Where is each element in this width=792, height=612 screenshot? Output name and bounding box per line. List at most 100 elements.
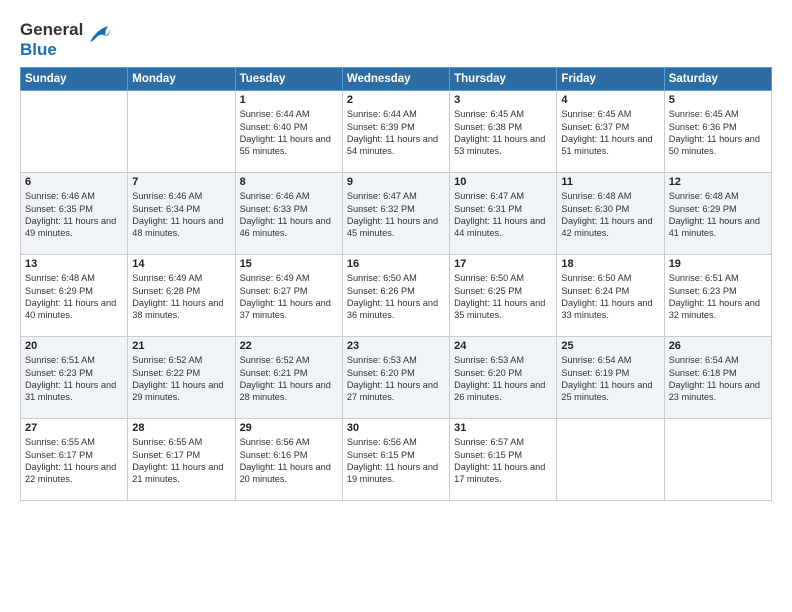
day-number: 3 <box>454 94 552 106</box>
calendar-header-row: SundayMondayTuesdayWednesdayThursdayFrid… <box>21 68 772 91</box>
day-header-saturday: Saturday <box>664 68 771 91</box>
day-number: 18 <box>561 258 659 270</box>
cell-content: Sunrise: 6:55 AM Sunset: 6:17 PM Dayligh… <box>25 436 123 486</box>
calendar-cell: 2 Sunrise: 6:44 AM Sunset: 6:39 PM Daylig… <box>342 91 449 173</box>
header: General Blue <box>20 16 772 59</box>
cell-content: Sunrise: 6:53 AM Sunset: 6:20 PM Dayligh… <box>454 354 552 404</box>
cell-content: Sunrise: 6:50 AM Sunset: 6:25 PM Dayligh… <box>454 272 552 322</box>
logo-bird-icon <box>86 22 116 53</box>
cell-content: Sunrise: 6:50 AM Sunset: 6:24 PM Dayligh… <box>561 272 659 322</box>
logo: General Blue <box>20 20 116 59</box>
cell-content: Sunrise: 6:47 AM Sunset: 6:32 PM Dayligh… <box>347 190 445 240</box>
day-header-tuesday: Tuesday <box>235 68 342 91</box>
cell-content: Sunrise: 6:45 AM Sunset: 6:36 PM Dayligh… <box>669 108 767 158</box>
cell-content: Sunrise: 6:46 AM Sunset: 6:33 PM Dayligh… <box>240 190 338 240</box>
cell-content: Sunrise: 6:46 AM Sunset: 6:35 PM Dayligh… <box>25 190 123 240</box>
calendar-cell: 9 Sunrise: 6:47 AM Sunset: 6:32 PM Daylig… <box>342 173 449 255</box>
day-header-friday: Friday <box>557 68 664 91</box>
day-number: 17 <box>454 258 552 270</box>
week-row-5: 27 Sunrise: 6:55 AM Sunset: 6:17 PM Dayli… <box>21 419 772 501</box>
day-number: 27 <box>25 422 123 434</box>
calendar-cell: 12 Sunrise: 6:48 AM Sunset: 6:29 PM Dayli… <box>664 173 771 255</box>
calendar-cell: 19 Sunrise: 6:51 AM Sunset: 6:23 PM Dayli… <box>664 255 771 337</box>
day-number: 6 <box>25 176 123 188</box>
day-number: 10 <box>454 176 552 188</box>
day-number: 25 <box>561 340 659 352</box>
day-number: 22 <box>240 340 338 352</box>
cell-content: Sunrise: 6:48 AM Sunset: 6:30 PM Dayligh… <box>561 190 659 240</box>
cell-content: Sunrise: 6:51 AM Sunset: 6:23 PM Dayligh… <box>25 354 123 404</box>
logo-blue: Blue <box>20 40 83 60</box>
cell-content: Sunrise: 6:49 AM Sunset: 6:28 PM Dayligh… <box>132 272 230 322</box>
cell-content: Sunrise: 6:52 AM Sunset: 6:21 PM Dayligh… <box>240 354 338 404</box>
calendar-cell <box>557 419 664 501</box>
calendar-cell: 27 Sunrise: 6:55 AM Sunset: 6:17 PM Dayli… <box>21 419 128 501</box>
day-header-sunday: Sunday <box>21 68 128 91</box>
cell-content: Sunrise: 6:56 AM Sunset: 6:15 PM Dayligh… <box>347 436 445 486</box>
calendar-cell: 13Sunrise: 6:48 AM Sunset: 6:29 PM Dayli… <box>21 255 128 337</box>
cell-content: Sunrise: 6:54 AM Sunset: 6:18 PM Dayligh… <box>669 354 767 404</box>
cell-content: Sunrise: 6:52 AM Sunset: 6:22 PM Dayligh… <box>132 354 230 404</box>
calendar-cell: 10 Sunrise: 6:47 AM Sunset: 6:31 PM Dayli… <box>450 173 557 255</box>
cell-content: Sunrise: 6:48 AM Sunset: 6:29 PM Dayligh… <box>669 190 767 240</box>
calendar-cell: 17 Sunrise: 6:50 AM Sunset: 6:25 PM Dayli… <box>450 255 557 337</box>
day-number: 31 <box>454 422 552 434</box>
day-header-thursday: Thursday <box>450 68 557 91</box>
calendar-cell: 25 Sunrise: 6:54 AM Sunset: 6:19 PM Dayli… <box>557 337 664 419</box>
day-number: 23 <box>347 340 445 352</box>
day-number: 30 <box>347 422 445 434</box>
calendar-cell: 31Sunrise: 6:57 AM Sunset: 6:15 PM Dayli… <box>450 419 557 501</box>
calendar-cell: 21 Sunrise: 6:52 AM Sunset: 6:22 PM Dayli… <box>128 337 235 419</box>
day-number: 11 <box>561 176 659 188</box>
calendar-cell: 26Sunrise: 6:54 AM Sunset: 6:18 PM Dayli… <box>664 337 771 419</box>
week-row-4: 20 Sunrise: 6:51 AM Sunset: 6:23 PM Dayli… <box>21 337 772 419</box>
calendar-cell <box>21 91 128 173</box>
calendar-cell: 28 Sunrise: 6:55 AM Sunset: 6:17 PM Dayli… <box>128 419 235 501</box>
day-number: 12 <box>669 176 767 188</box>
calendar-cell: 8Sunrise: 6:46 AM Sunset: 6:33 PM Daylig… <box>235 173 342 255</box>
day-number: 20 <box>25 340 123 352</box>
cell-content: Sunrise: 6:56 AM Sunset: 6:16 PM Dayligh… <box>240 436 338 486</box>
calendar-cell: 7Sunrise: 6:46 AM Sunset: 6:34 PM Daylig… <box>128 173 235 255</box>
day-number: 4 <box>561 94 659 106</box>
cell-content: Sunrise: 6:44 AM Sunset: 6:39 PM Dayligh… <box>347 108 445 158</box>
day-number: 24 <box>454 340 552 352</box>
cell-content: Sunrise: 6:50 AM Sunset: 6:26 PM Dayligh… <box>347 272 445 322</box>
calendar-cell: 24 Sunrise: 6:53 AM Sunset: 6:20 PM Dayli… <box>450 337 557 419</box>
calendar-cell: 18 Sunrise: 6:50 AM Sunset: 6:24 PM Dayli… <box>557 255 664 337</box>
day-number: 28 <box>132 422 230 434</box>
week-row-3: 13Sunrise: 6:48 AM Sunset: 6:29 PM Dayli… <box>21 255 772 337</box>
day-number: 19 <box>669 258 767 270</box>
calendar-cell: 5Sunrise: 6:45 AM Sunset: 6:36 PM Daylig… <box>664 91 771 173</box>
calendar-cell: 30 Sunrise: 6:56 AM Sunset: 6:15 PM Dayli… <box>342 419 449 501</box>
day-number: 2 <box>347 94 445 106</box>
cell-content: Sunrise: 6:45 AM Sunset: 6:38 PM Dayligh… <box>454 108 552 158</box>
day-number: 29 <box>240 422 338 434</box>
cell-content: Sunrise: 6:51 AM Sunset: 6:23 PM Dayligh… <box>669 272 767 322</box>
calendar-cell: 29 Sunrise: 6:56 AM Sunset: 6:16 PM Dayli… <box>235 419 342 501</box>
day-number: 9 <box>347 176 445 188</box>
calendar-cell: 23 Sunrise: 6:53 AM Sunset: 6:20 PM Dayli… <box>342 337 449 419</box>
cell-content: Sunrise: 6:44 AM Sunset: 6:40 PM Dayligh… <box>240 108 338 158</box>
calendar-cell: 16Sunrise: 6:50 AM Sunset: 6:26 PM Dayli… <box>342 255 449 337</box>
page-container: General Blue SundayMondayTues <box>0 0 792 511</box>
cell-content: Sunrise: 6:54 AM Sunset: 6:19 PM Dayligh… <box>561 354 659 404</box>
day-header-monday: Monday <box>128 68 235 91</box>
calendar-cell: 11 Sunrise: 6:48 AM Sunset: 6:30 PM Dayli… <box>557 173 664 255</box>
day-number: 21 <box>132 340 230 352</box>
calendar-cell: 20 Sunrise: 6:51 AM Sunset: 6:23 PM Dayli… <box>21 337 128 419</box>
week-row-1: 1Sunrise: 6:44 AM Sunset: 6:40 PM Daylig… <box>21 91 772 173</box>
calendar-cell: 6 Sunrise: 6:46 AM Sunset: 6:35 PM Daylig… <box>21 173 128 255</box>
week-row-2: 6 Sunrise: 6:46 AM Sunset: 6:35 PM Daylig… <box>21 173 772 255</box>
cell-content: Sunrise: 6:53 AM Sunset: 6:20 PM Dayligh… <box>347 354 445 404</box>
calendar-table: SundayMondayTuesdayWednesdayThursdayFrid… <box>20 67 772 501</box>
cell-content: Sunrise: 6:47 AM Sunset: 6:31 PM Dayligh… <box>454 190 552 240</box>
calendar-body: 1Sunrise: 6:44 AM Sunset: 6:40 PM Daylig… <box>21 91 772 501</box>
logo-general: General <box>20 20 83 40</box>
cell-content: Sunrise: 6:55 AM Sunset: 6:17 PM Dayligh… <box>132 436 230 486</box>
cell-content: Sunrise: 6:46 AM Sunset: 6:34 PM Dayligh… <box>132 190 230 240</box>
day-number: 15 <box>240 258 338 270</box>
day-number: 14 <box>132 258 230 270</box>
calendar-cell: 3 Sunrise: 6:45 AM Sunset: 6:38 PM Daylig… <box>450 91 557 173</box>
calendar-cell: 4Sunrise: 6:45 AM Sunset: 6:37 PM Daylig… <box>557 91 664 173</box>
